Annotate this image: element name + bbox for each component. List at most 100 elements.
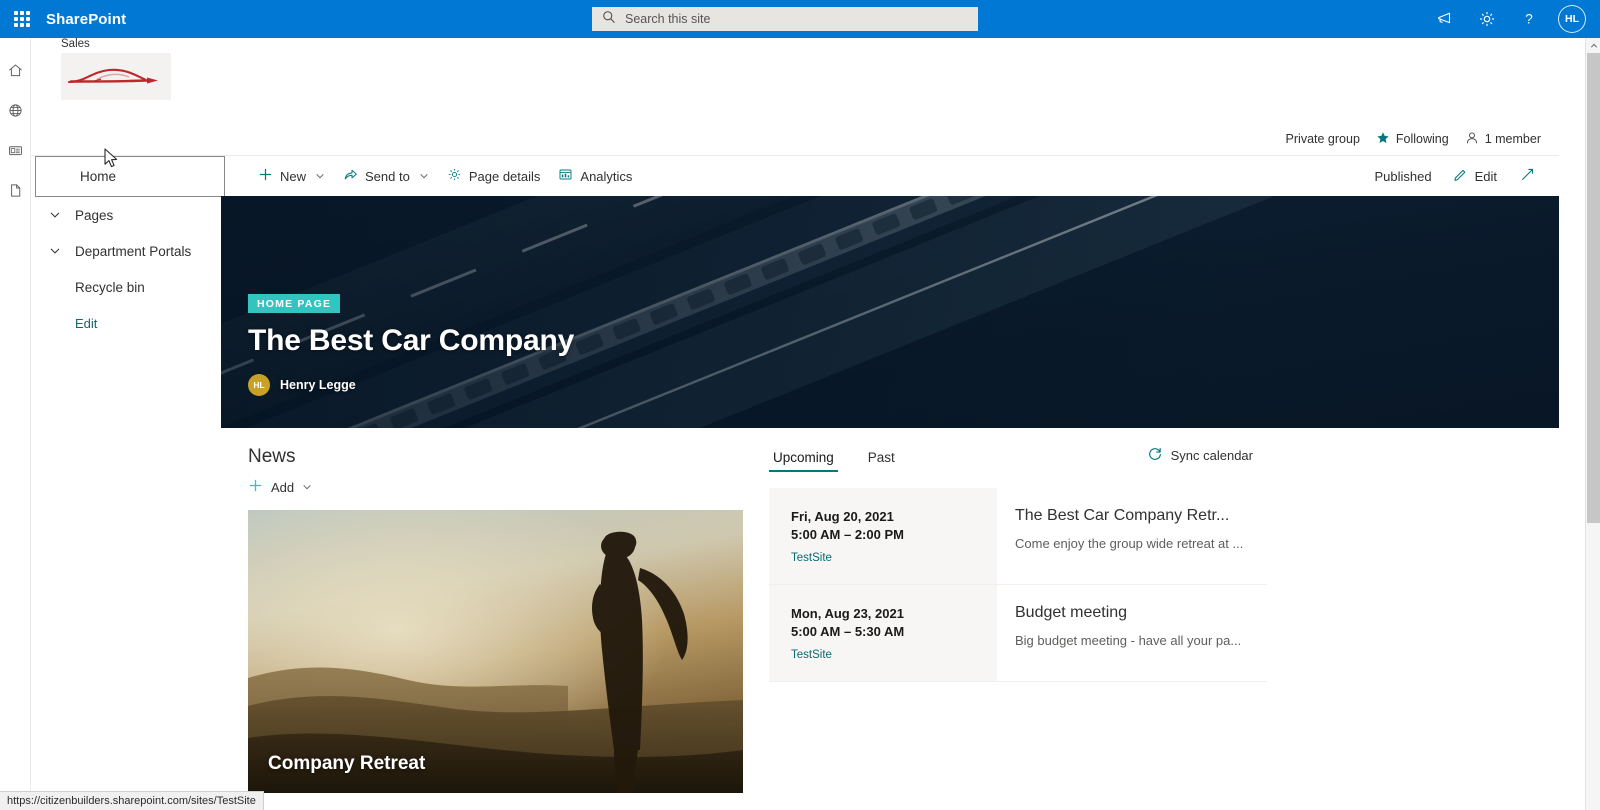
event-description: Big budget meeting - have all your pa...	[1015, 633, 1242, 649]
refresh-icon	[1147, 446, 1163, 465]
plus-icon	[258, 167, 273, 185]
nav-item-recycle-bin[interactable]: Recycle bin	[35, 269, 225, 305]
expand-button[interactable]	[1510, 156, 1545, 196]
hero-banner[interactable]: HOME PAGE The Best Car Company HL Henry …	[221, 196, 1559, 428]
scrollbar-thumb[interactable]	[1587, 53, 1600, 523]
search-box[interactable]	[592, 7, 978, 31]
site-logo[interactable]	[61, 53, 171, 100]
hero-author[interactable]: HL Henry Legge	[248, 374, 574, 396]
plus-icon	[248, 478, 263, 496]
following-button[interactable]: Following	[1376, 131, 1449, 148]
event-item[interactable]: Mon, Aug 23, 2021 5:00 AM – 5:30 AM Test…	[769, 585, 1267, 683]
event-title: The Best Car Company Retr...	[1015, 507, 1230, 524]
mouse-cursor	[104, 148, 120, 175]
nav-item-department-portals[interactable]: Department Portals	[35, 233, 225, 269]
person-icon	[1465, 131, 1479, 148]
gear-icon	[447, 167, 462, 185]
events-webpart: Upcoming Past Sync calendar Fri, Aug 20,…	[751, 428, 1311, 810]
event-when: Mon, Aug 23, 2021 5:00 AM – 5:30 AM Test…	[769, 585, 997, 682]
news-card-image	[248, 510, 743, 793]
command-bar: New Send to Page details Analytics Publi…	[31, 156, 1559, 196]
analytics-button[interactable]: Analytics	[549, 156, 641, 196]
search-input[interactable]	[625, 12, 955, 26]
event-when: Fri, Aug 20, 2021 5:00 AM – 2:00 PM Test…	[769, 488, 997, 585]
nav-item-edit[interactable]: Edit	[35, 305, 225, 341]
event-title: Budget meeting	[1015, 604, 1128, 622]
hero-content: HOME PAGE The Best Car Company HL Henry …	[248, 294, 574, 396]
nav-item-pages[interactable]: Pages	[35, 197, 225, 233]
page-details-button[interactable]: Page details	[438, 156, 550, 196]
rail-document-icon[interactable]	[0, 170, 31, 210]
publish-status: Published	[1374, 168, 1432, 184]
new-button[interactable]: New	[249, 156, 334, 196]
command-bar-right: Published Edit	[1366, 156, 1545, 196]
edit-button[interactable]: Edit	[1444, 156, 1506, 196]
chevron-down-icon	[315, 169, 325, 184]
suite-actions: ? HL	[1426, 0, 1592, 38]
event-what: The Best Car Company Retr... Come enjoy …	[997, 488, 1267, 584]
author-avatar: HL	[248, 374, 270, 396]
news-card[interactable]: Company Retreat	[248, 510, 743, 793]
site-identity: Sales	[61, 38, 171, 100]
edit-label: Edit	[1474, 168, 1497, 184]
members-label: 1 member	[1484, 132, 1541, 146]
vertical-scrollbar[interactable]	[1585, 38, 1600, 810]
status-bar-url: https://citizenbuilders.sharepoint.com/s…	[0, 791, 264, 810]
events-list: Fri, Aug 20, 2021 5:00 AM – 2:00 PM Test…	[769, 488, 1267, 683]
nav-item-label: Recycle bin	[75, 279, 145, 295]
app-launcher-button[interactable]	[0, 0, 44, 38]
help-icon[interactable]: ?	[1510, 0, 1548, 38]
sync-calendar-button[interactable]: Sync calendar	[1147, 446, 1253, 465]
chevron-down-icon	[49, 209, 75, 221]
analytics-label: Analytics	[580, 168, 633, 184]
nav-item-label: Pages	[75, 207, 114, 223]
megaphone-icon[interactable]	[1426, 0, 1464, 38]
event-site-link[interactable]: TestSite	[791, 649, 997, 661]
scroll-up-arrow-icon[interactable]	[1586, 38, 1600, 53]
news-webpart: News Add Company Retreat	[221, 428, 751, 810]
nav-item-label: Edit	[75, 315, 98, 331]
user-avatar[interactable]: HL	[1558, 5, 1586, 33]
body-area: News Add Company Retreat Upcoming Past S…	[221, 428, 1559, 810]
events-header: Upcoming Past Sync calendar	[769, 446, 1311, 476]
new-label: New	[280, 168, 307, 184]
expand-icon	[1520, 167, 1535, 185]
app-rail	[0, 38, 31, 810]
suite-bar: SharePoint ? HL	[0, 0, 1600, 38]
event-date: Fri, Aug 20, 2021	[791, 509, 894, 524]
event-what: Budget meeting Big budget meeting - have…	[997, 585, 1267, 681]
send-to-label: Send to	[365, 168, 410, 184]
tab-past[interactable]: Past	[864, 450, 899, 472]
event-site-link[interactable]: TestSite	[791, 552, 997, 564]
sharepoint-brand-link[interactable]: SharePoint	[46, 11, 126, 28]
news-card-caption: Company Retreat	[268, 753, 426, 774]
news-heading: News	[248, 446, 296, 467]
rail-home-icon[interactable]	[0, 50, 31, 90]
pencil-icon	[1453, 167, 1468, 185]
event-item[interactable]: Fri, Aug 20, 2021 5:00 AM – 2:00 PM Test…	[769, 488, 1267, 586]
hero-badge: HOME PAGE	[248, 294, 341, 313]
search-icon	[602, 10, 616, 29]
members-button[interactable]: 1 member	[1465, 131, 1541, 148]
page-shell: Sales Private group Following 1 member N…	[31, 38, 1600, 810]
author-name: Henry Legge	[280, 378, 356, 392]
event-description: Come enjoy the group wide retreat at ...	[1015, 536, 1244, 551]
waffle-icon	[14, 11, 30, 27]
analytics-icon	[558, 167, 573, 185]
rail-news-icon[interactable]	[0, 130, 31, 170]
event-time: 5:00 AM – 5:30 AM	[791, 623, 905, 639]
hero-title: The Best Car Company	[248, 324, 575, 357]
chevron-down-icon	[419, 169, 429, 184]
add-news-button[interactable]: Add	[248, 478, 312, 496]
star-icon	[1376, 131, 1390, 148]
gear-icon[interactable]	[1468, 0, 1506, 38]
share-icon	[343, 167, 358, 185]
site-title[interactable]: Sales	[61, 38, 171, 50]
tab-upcoming[interactable]: Upcoming	[769, 450, 838, 472]
site-navigation: Home Pages Department Portals Recycle bi…	[35, 156, 225, 341]
following-label: Following	[1395, 132, 1449, 146]
nav-item-home[interactable]: Home	[35, 156, 225, 197]
rail-globe-icon[interactable]	[0, 90, 31, 130]
send-to-button[interactable]: Send to	[334, 156, 438, 196]
privacy-label: Private group	[1285, 132, 1360, 146]
